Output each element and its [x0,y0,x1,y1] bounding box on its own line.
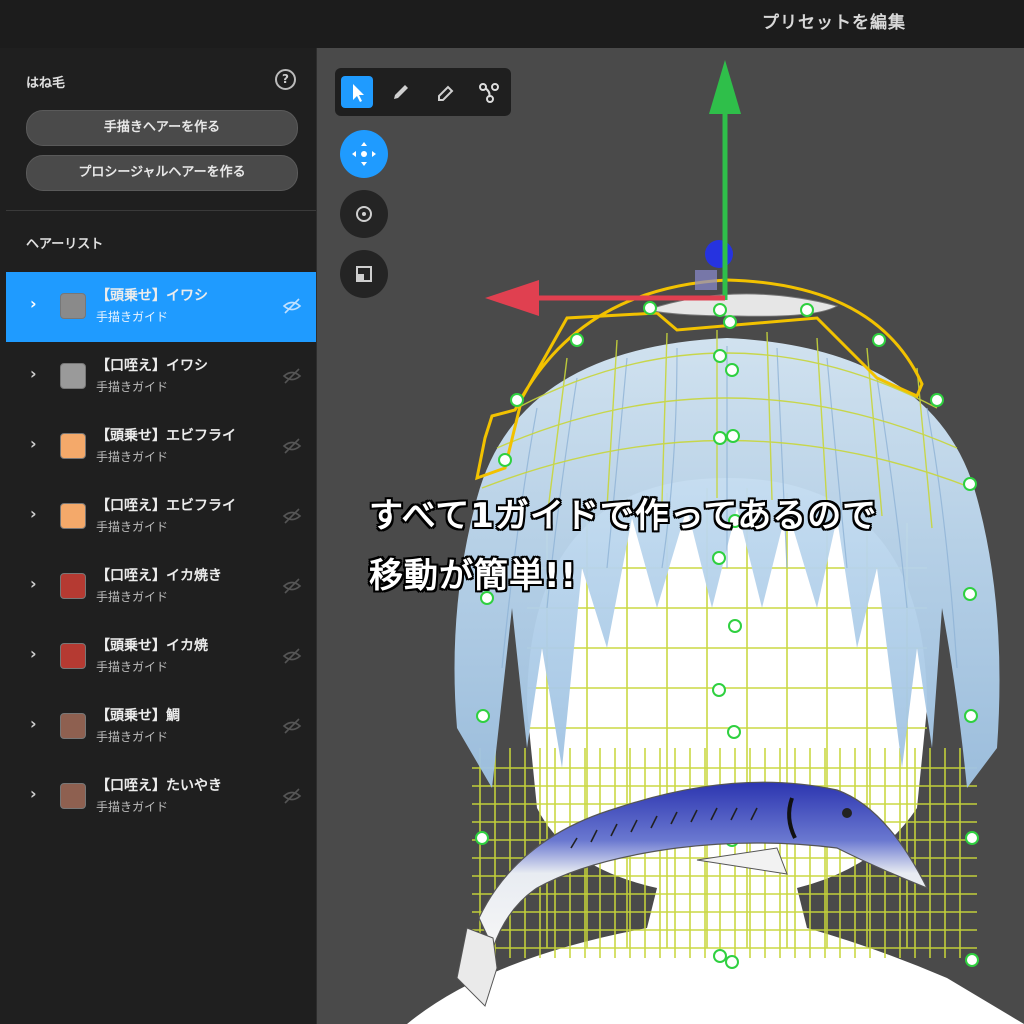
hair-item-type: 手描きガイド [96,310,169,324]
top-bar: プリセットを編集 [0,0,1024,49]
hair-color-swatch[interactable] [60,643,86,669]
hair-item-type: 手描きガイド [96,800,169,814]
divider [6,210,316,211]
eye-off-icon[interactable] [282,786,302,806]
eye-off-icon[interactable] [282,716,302,736]
hair-color-swatch[interactable] [60,363,86,389]
chevron-right-icon[interactable]: › [30,644,37,663]
hair-list-title: ヘアーリスト [26,237,104,252]
hair-item-name: 【口咥え】イカ焼き [96,568,222,584]
eye-off-icon[interactable] [282,576,302,596]
create-handdrawn-hair-button[interactable]: 手描きヘアーを作る [26,110,298,146]
chevron-right-icon[interactable]: › [30,504,37,523]
eye-off-icon[interactable] [282,436,302,456]
section-title: はね毛 [26,76,66,91]
page-title: プリセットを編集 [762,13,906,33]
hair-item-type: 手描きガイド [96,450,169,464]
path-node-icon[interactable] [473,76,505,108]
hair-list: › 【頭乗せ】イワシ 手描きガイド › 【口咥え】イワシ 手描きガイド › 【頭乗せ】エビフラ… [6,272,316,832]
3d-viewport[interactable]: すべて1ガイドで作ってあるので 移動が簡単!! [317,48,1024,1024]
hair-color-swatch[interactable] [60,783,86,809]
rotate-icon[interactable] [340,190,388,238]
hair-list-item[interactable]: › 【頭乗せ】エビフライ 手描きガイド [6,412,316,482]
hair-color-swatch[interactable] [60,293,86,319]
hair-item-name: 【頭乗せ】イカ焼 [96,638,208,654]
eye-off-icon[interactable] [282,296,302,316]
chevron-right-icon[interactable]: › [30,574,37,593]
pencil-icon[interactable] [385,76,417,108]
draw-toolbar [335,68,511,116]
hair-list-item[interactable]: › 【口咥え】たいやき 手描きガイド [6,762,316,832]
caption-line-2: 移動が簡単!! [369,556,578,596]
chevron-right-icon[interactable]: › [30,434,37,453]
chevron-right-icon[interactable]: › [30,294,37,313]
transform-gizmo [485,60,741,316]
chevron-right-icon[interactable]: › [30,714,37,733]
chevron-right-icon[interactable]: › [30,364,37,383]
select-arrow-icon[interactable] [341,76,373,108]
create-procedural-hair-button[interactable]: プロシージャルヘアーを作る [26,155,298,191]
move-icon[interactable] [340,130,388,178]
hair-list-item[interactable]: › 【頭乗せ】鯛 手描きガイド [6,692,316,762]
hair-item-name: 【口咥え】たいやき [96,778,222,794]
chevron-right-icon[interactable]: › [30,784,37,803]
hair-item-name: 【頭乗せ】イワシ [96,288,208,304]
hair-item-name: 【口咥え】イワシ [96,358,208,374]
eye-off-icon[interactable] [282,506,302,526]
eye-off-icon[interactable] [282,646,302,666]
hair-list-item[interactable]: › 【口咥え】イカ焼き 手描きガイド [6,552,316,622]
hair-item-type: 手描きガイド [96,590,169,604]
hair-item-type: 手描きガイド [96,660,169,674]
caption-line-1: すべて1ガイドで作ってあるので [369,496,878,536]
hair-item-name: 【頭乗せ】鯛 [96,708,180,724]
hair-item-name: 【口咥え】エビフライ [96,498,236,514]
hair-item-name: 【頭乗せ】エビフライ [96,428,236,444]
eye-off-icon[interactable] [282,366,302,386]
hair-list-item[interactable]: › 【口咥え】エビフライ 手描きガイド [6,482,316,552]
hair-item-type: 手描きガイド [96,730,169,744]
hair-color-swatch[interactable] [60,503,86,529]
hair-list-item[interactable]: › 【頭乗せ】イワシ 手描きガイド [6,272,316,342]
hair-item-type: 手描きガイド [96,520,169,534]
hair-list-item[interactable]: › 【頭乗せ】イカ焼 手描きガイド [6,622,316,692]
eraser-icon[interactable] [429,76,461,108]
help-icon[interactable]: ? [275,69,296,90]
scale-icon[interactable] [340,250,388,298]
sidebar: はね毛 ? 手描きヘアーを作る プロシージャルヘアーを作る ヘアーリスト › 【頭… [0,48,317,1024]
hair-color-swatch[interactable] [60,573,86,599]
hair-color-swatch[interactable] [60,433,86,459]
hair-list-item[interactable]: › 【口咥え】イワシ 手描きガイド [6,342,316,412]
hair-item-type: 手描きガイド [96,380,169,394]
hair-color-swatch[interactable] [60,713,86,739]
